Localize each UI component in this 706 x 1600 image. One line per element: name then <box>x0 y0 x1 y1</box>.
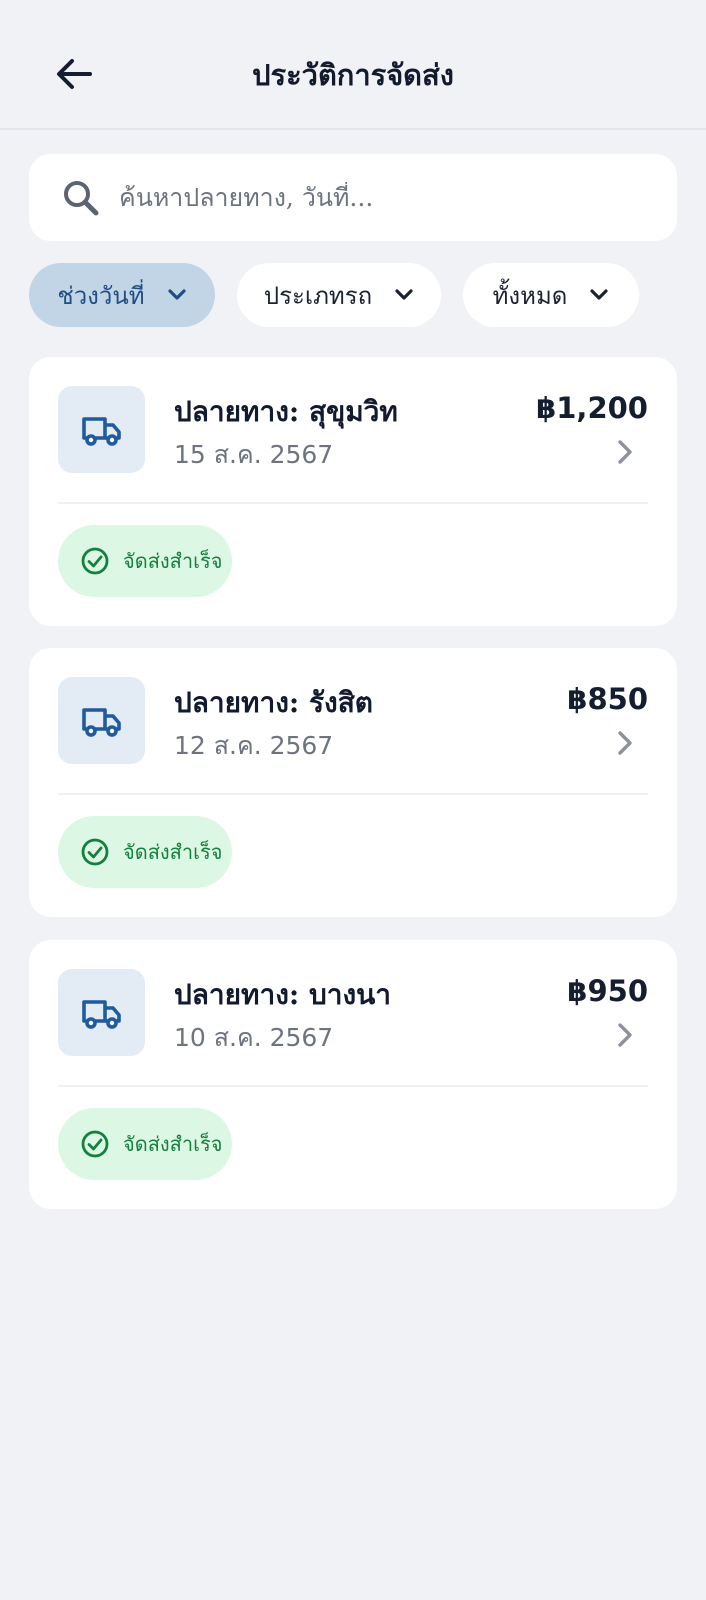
search-icon <box>61 178 101 218</box>
delivery-price: ฿850 <box>567 682 648 716</box>
status-badge: จัดส่งสำเร็จ <box>58 1108 232 1180</box>
status-label: จัดส่งสำเร็จ <box>123 840 223 864</box>
delivery-card[interactable]: ปลายทาง: รังสิต 12 ส.ค. 2567 ฿850 จัดส่ง… <box>29 648 677 917</box>
destination-label: ปลายทาง: รังสิต <box>174 686 373 719</box>
chevron-down-icon <box>590 289 608 300</box>
delivery-card[interactable]: ปลายทาง: บางนา 10 ส.ค. 2567 ฿950 จัดส่งส… <box>29 940 677 1209</box>
truck-icon <box>81 999 121 1029</box>
filter-vehicle-type-label: ประเภทรถ <box>263 281 373 310</box>
delivery-date: 10 ส.ค. 2567 <box>174 1023 334 1052</box>
truck-icon-box <box>58 677 145 764</box>
check-circle-icon <box>81 1130 109 1158</box>
divider <box>58 502 648 504</box>
divider <box>58 1085 648 1087</box>
filter-all-label: ทั้งหมด <box>492 281 568 310</box>
status-badge: จัดส่งสำเร็จ <box>58 816 232 888</box>
chevron-right-icon[interactable] <box>613 728 637 758</box>
truck-icon-box <box>58 969 145 1056</box>
truck-icon-box <box>58 386 145 473</box>
truck-icon <box>81 416 121 446</box>
filter-date-range-label: ช่วงวันที่ <box>57 281 145 310</box>
search-input[interactable] <box>117 182 641 213</box>
check-circle-icon <box>81 838 109 866</box>
chevron-down-icon <box>167 289 186 300</box>
filter-vehicle-type[interactable]: ประเภทรถ <box>237 263 441 327</box>
status-badge: จัดส่งสำเร็จ <box>58 525 232 597</box>
page-title: ประวัติการจัดส่ง <box>252 58 454 92</box>
search-bar[interactable] <box>29 154 677 241</box>
chevron-right-icon[interactable] <box>613 1020 637 1050</box>
check-circle-icon <box>81 547 109 575</box>
divider <box>58 793 648 795</box>
destination-label: ปลายทาง: สุขุมวิท <box>174 395 398 428</box>
delivery-price: ฿950 <box>567 974 648 1008</box>
chevron-down-icon <box>395 289 413 300</box>
chevron-right-icon[interactable] <box>613 437 637 467</box>
truck-icon <box>81 707 121 737</box>
status-label: จัดส่งสำเร็จ <box>123 549 223 573</box>
filter-date-range[interactable]: ช่วงวันที่ <box>29 263 215 327</box>
destination-label: ปลายทาง: บางนา <box>174 978 392 1011</box>
delivery-date: 15 ส.ค. 2567 <box>174 440 334 469</box>
app-header: ประวัติการจัดส่ง <box>0 0 706 130</box>
delivery-date: 12 ส.ค. 2567 <box>174 731 334 760</box>
filter-all[interactable]: ทั้งหมด <box>463 263 639 327</box>
delivery-card[interactable]: ปลายทาง: สุขุมวิท 15 ส.ค. 2567 ฿1,200 จั… <box>29 357 677 626</box>
status-label: จัดส่งสำเร็จ <box>123 1132 223 1156</box>
delivery-price: ฿1,200 <box>536 391 648 425</box>
